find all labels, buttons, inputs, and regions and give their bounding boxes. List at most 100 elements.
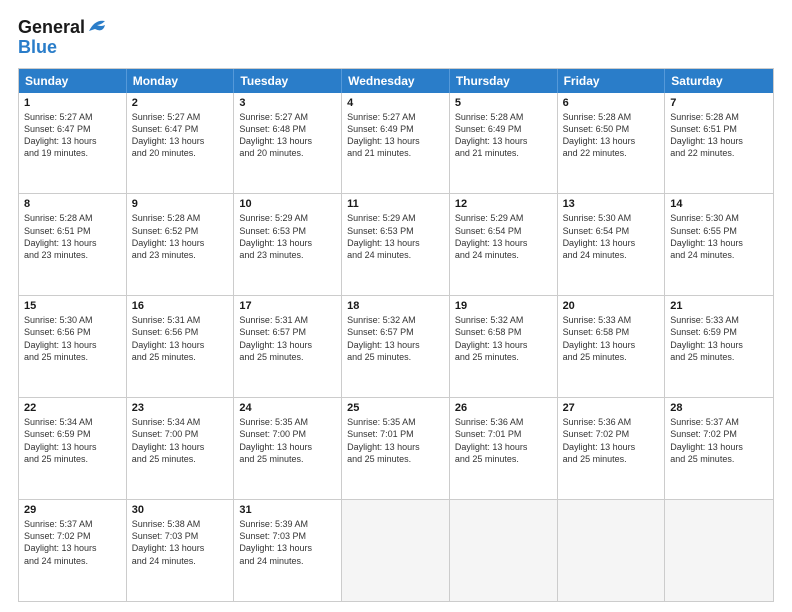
logo-text-blue: Blue [18,38,57,58]
logo-text-general: General [18,18,85,38]
calendar-cell: 9 Sunrise: 5:28 AM Sunset: 6:52 PM Daylig… [127,194,235,295]
day-number: 17 [239,300,336,312]
day-info: Sunrise: 5:27 AM Sunset: 6:47 PM Dayligh… [132,111,229,160]
calendar-cell: 18 Sunrise: 5:32 AM Sunset: 6:57 PM Dayli… [342,296,450,397]
calendar-cell: 27Sunrise: 5:36 AM Sunset: 7:02 PM Dayli… [558,398,666,499]
day-number: 22 [24,402,121,414]
calendar-row: 29 Sunrise: 5:37 AM Sunset: 7:02 PM Dayli… [19,499,773,601]
day-number: 7 [670,97,768,109]
calendar-cell: 29 Sunrise: 5:37 AM Sunset: 7:02 PM Dayli… [19,500,127,601]
day-info: Sunrise: 5:37 AM Sunset: 7:02 PM Dayligh… [24,518,121,567]
calendar-cell: 25 Sunrise: 5:35 AM Sunset: 7:01 PM Dayli… [342,398,450,499]
day-number: 4 [347,97,444,109]
day-info: Sunrise: 5:28 AM Sunset: 6:51 PM Dayligh… [24,212,121,261]
day-info: Sunrise: 5:28 AM Sunset: 6:49 PM Dayligh… [455,111,552,160]
day-info: Sunrise: 5:29 AM Sunset: 6:54 PM Dayligh… [455,212,552,261]
day-info: Sunrise: 5:27 AM Sunset: 6:48 PM Dayligh… [239,111,336,160]
calendar-row: 22Sunrise: 5:34 AM Sunset: 6:59 PM Dayli… [19,397,773,499]
day-number: 14 [670,198,768,210]
calendar-cell: 3Sunrise: 5:27 AM Sunset: 6:48 PM Daylig… [234,93,342,194]
calendar-cell: 21 Sunrise: 5:33 AM Sunset: 6:59 PM Dayli… [665,296,773,397]
calendar-cell: 5 Sunrise: 5:28 AM Sunset: 6:49 PM Daylig… [450,93,558,194]
day-info: Sunrise: 5:29 AM Sunset: 6:53 PM Dayligh… [347,212,444,261]
calendar-cell: 15 Sunrise: 5:30 AM Sunset: 6:56 PM Dayli… [19,296,127,397]
day-number: 12 [455,198,552,210]
day-number: 5 [455,97,552,109]
calendar-cell [558,500,666,601]
day-number: 30 [132,504,229,516]
calendar-cell: 10Sunrise: 5:29 AM Sunset: 6:53 PM Dayli… [234,194,342,295]
calendar-cell: 12 Sunrise: 5:29 AM Sunset: 6:54 PM Dayli… [450,194,558,295]
calendar-header: SundayMondayTuesdayWednesdayThursdayFrid… [19,69,773,93]
calendar-cell: 22Sunrise: 5:34 AM Sunset: 6:59 PM Dayli… [19,398,127,499]
day-number: 13 [563,198,660,210]
day-of-week-header: Tuesday [234,69,342,93]
day-info: Sunrise: 5:29 AM Sunset: 6:53 PM Dayligh… [239,212,336,261]
day-number: 29 [24,504,121,516]
day-info: Sunrise: 5:35 AM Sunset: 7:01 PM Dayligh… [347,416,444,465]
day-number: 24 [239,402,336,414]
day-of-week-header: Monday [127,69,235,93]
calendar-cell: 11 Sunrise: 5:29 AM Sunset: 6:53 PM Dayli… [342,194,450,295]
calendar-cell: 30Sunrise: 5:38 AM Sunset: 7:03 PM Dayli… [127,500,235,601]
calendar-cell: 26 Sunrise: 5:36 AM Sunset: 7:01 PM Dayli… [450,398,558,499]
calendar-cell: 31 Sunrise: 5:39 AM Sunset: 7:03 PM Dayli… [234,500,342,601]
day-info: Sunrise: 5:30 AM Sunset: 6:54 PM Dayligh… [563,212,660,261]
calendar-cell [665,500,773,601]
day-number: 9 [132,198,229,210]
day-info: Sunrise: 5:34 AM Sunset: 7:00 PM Dayligh… [132,416,229,465]
calendar-row: 15 Sunrise: 5:30 AM Sunset: 6:56 PM Dayli… [19,295,773,397]
calendar-cell: 20Sunrise: 5:33 AM Sunset: 6:58 PM Dayli… [558,296,666,397]
day-number: 6 [563,97,660,109]
logo: General Blue [18,18,109,58]
day-info: Sunrise: 5:31 AM Sunset: 6:56 PM Dayligh… [132,314,229,363]
day-of-week-header: Thursday [450,69,558,93]
day-info: Sunrise: 5:27 AM Sunset: 6:47 PM Dayligh… [24,111,121,160]
calendar: SundayMondayTuesdayWednesdayThursdayFrid… [18,68,774,602]
day-number: 15 [24,300,121,312]
day-of-week-header: Sunday [19,69,127,93]
calendar-row: 8Sunrise: 5:28 AM Sunset: 6:51 PM Daylig… [19,193,773,295]
calendar-cell: 16 Sunrise: 5:31 AM Sunset: 6:56 PM Dayli… [127,296,235,397]
calendar-cell: 19Sunrise: 5:32 AM Sunset: 6:58 PM Dayli… [450,296,558,397]
calendar-cell: 1Sunrise: 5:27 AM Sunset: 6:47 PM Daylig… [19,93,127,194]
day-number: 11 [347,198,444,210]
calendar-cell: 7 Sunrise: 5:28 AM Sunset: 6:51 PM Daylig… [665,93,773,194]
day-info: Sunrise: 5:35 AM Sunset: 7:00 PM Dayligh… [239,416,336,465]
day-number: 25 [347,402,444,414]
day-info: Sunrise: 5:31 AM Sunset: 6:57 PM Dayligh… [239,314,336,363]
day-of-week-header: Wednesday [342,69,450,93]
day-info: Sunrise: 5:36 AM Sunset: 7:02 PM Dayligh… [563,416,660,465]
day-info: Sunrise: 5:33 AM Sunset: 6:59 PM Dayligh… [670,314,768,363]
day-info: Sunrise: 5:27 AM Sunset: 6:49 PM Dayligh… [347,111,444,160]
day-number: 31 [239,504,336,516]
day-info: Sunrise: 5:28 AM Sunset: 6:51 PM Dayligh… [670,111,768,160]
day-number: 28 [670,402,768,414]
day-number: 16 [132,300,229,312]
day-info: Sunrise: 5:30 AM Sunset: 6:55 PM Dayligh… [670,212,768,261]
day-info: Sunrise: 5:30 AM Sunset: 6:56 PM Dayligh… [24,314,121,363]
day-info: Sunrise: 5:32 AM Sunset: 6:57 PM Dayligh… [347,314,444,363]
calendar-cell: 14 Sunrise: 5:30 AM Sunset: 6:55 PM Dayli… [665,194,773,295]
calendar-cell: 23Sunrise: 5:34 AM Sunset: 7:00 PM Dayli… [127,398,235,499]
day-info: Sunrise: 5:28 AM Sunset: 6:52 PM Dayligh… [132,212,229,261]
logo-bird-icon [87,17,109,35]
calendar-cell [342,500,450,601]
calendar-cell: 6 Sunrise: 5:28 AM Sunset: 6:50 PM Daylig… [558,93,666,194]
day-number: 21 [670,300,768,312]
calendar-cell: 2Sunrise: 5:27 AM Sunset: 6:47 PM Daylig… [127,93,235,194]
calendar-row: 1Sunrise: 5:27 AM Sunset: 6:47 PM Daylig… [19,93,773,194]
day-info: Sunrise: 5:28 AM Sunset: 6:50 PM Dayligh… [563,111,660,160]
day-number: 18 [347,300,444,312]
day-info: Sunrise: 5:32 AM Sunset: 6:58 PM Dayligh… [455,314,552,363]
calendar-cell: 4 Sunrise: 5:27 AM Sunset: 6:49 PM Daylig… [342,93,450,194]
logo-container: General Blue [18,18,109,58]
calendar-cell: 8Sunrise: 5:28 AM Sunset: 6:51 PM Daylig… [19,194,127,295]
day-number: 20 [563,300,660,312]
day-info: Sunrise: 5:37 AM Sunset: 7:02 PM Dayligh… [670,416,768,465]
day-info: Sunrise: 5:39 AM Sunset: 7:03 PM Dayligh… [239,518,336,567]
page: General Blue SundayMondayTuesdayWednesda… [0,0,792,612]
day-info: Sunrise: 5:36 AM Sunset: 7:01 PM Dayligh… [455,416,552,465]
day-number: 26 [455,402,552,414]
calendar-cell: 17 Sunrise: 5:31 AM Sunset: 6:57 PM Dayli… [234,296,342,397]
